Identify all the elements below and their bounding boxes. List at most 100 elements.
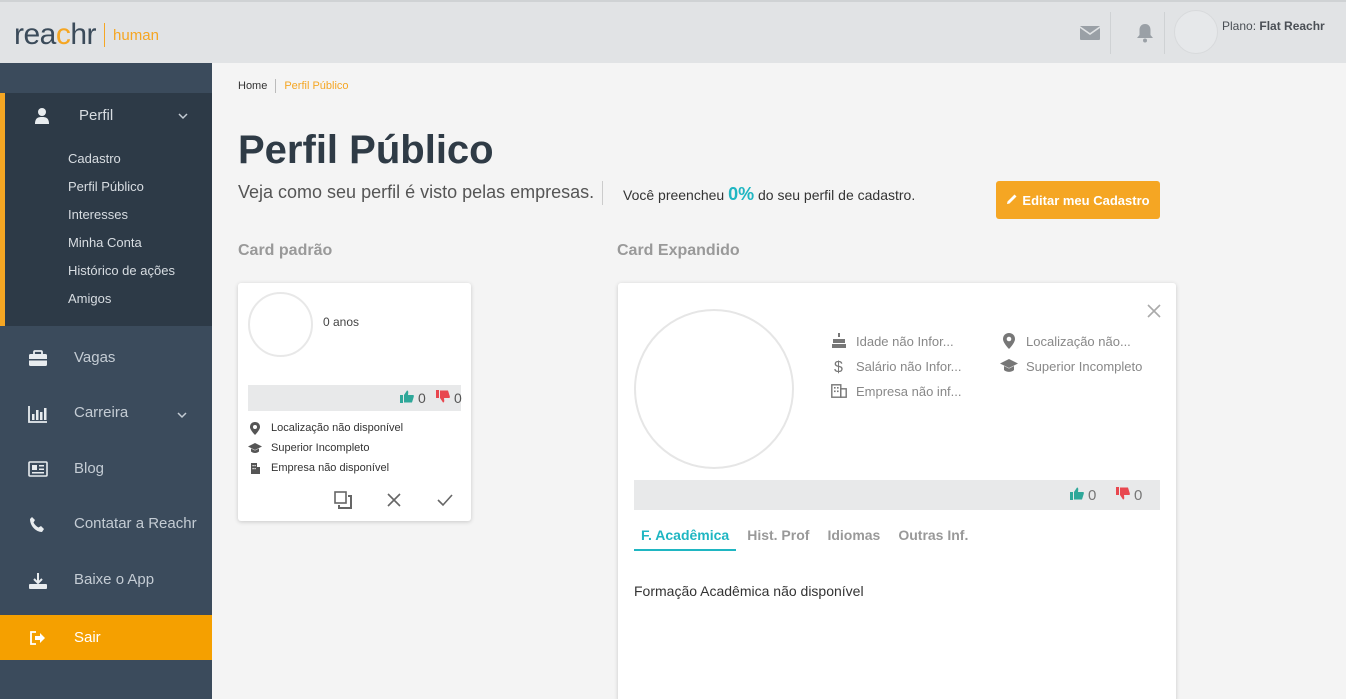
card-tabs: F. Acadêmica Hist. Prof Idiomas Outras I… [634, 527, 979, 551]
breadcrumb-home[interactable]: Home [238, 80, 267, 92]
bar-chart-icon [28, 405, 48, 423]
phone-icon [28, 516, 48, 534]
dislike-count[interactable]: 0 [1116, 487, 1142, 504]
sidebar-item-carreira[interactable]: Carreira [0, 386, 212, 442]
sidebar-item-perfil[interactable]: Perfil [5, 93, 212, 141]
profile-progress: Você preencheu 0% do seu perfil de cadas… [623, 184, 915, 205]
logo-text: reachr [14, 18, 97, 51]
thumbs-up-icon [1070, 487, 1084, 504]
edit-profile-label: Editar meu Cadastro [1022, 192, 1150, 208]
dollar-icon: $ [830, 358, 848, 374]
sidebar-subitem-cadastro[interactable]: Cadastro [68, 151, 121, 166]
birthday-cake-icon [830, 333, 848, 349]
user-avatar[interactable] [1174, 10, 1218, 54]
mail-icon[interactable] [1079, 22, 1101, 44]
reject-icon[interactable] [385, 491, 403, 509]
header-divider [602, 181, 603, 205]
logo[interactable]: reachr human [14, 18, 159, 52]
download-icon [28, 572, 48, 590]
page-subtitle: Veja como seu perfil é visto pelas empre… [238, 182, 595, 202]
card-education: Superior Incompleto [1000, 358, 1142, 374]
sidebar-item-label: Contatar a Reachr [74, 515, 197, 532]
newspaper-icon [28, 461, 48, 479]
card-salary: $ Salário não Infor... [830, 358, 962, 375]
tab-outras-informacoes[interactable]: Outras Inf. [891, 527, 975, 551]
svg-text:$: $ [834, 359, 843, 374]
sidebar-subitem-perfil-publico[interactable]: Perfil Público [68, 179, 144, 194]
card-education: Superior Incompleto [248, 441, 369, 455]
tab-content: Formação Acadêmica não disponível [634, 583, 864, 599]
bell-icon[interactable] [1134, 22, 1156, 44]
building-icon [830, 383, 848, 399]
card-location: Localização não disponível [248, 421, 403, 435]
dislike-count[interactable]: 0 [436, 390, 462, 406]
chevron-down-icon [177, 109, 189, 121]
sidebar: Perfil Cadastro Perfil Público Interesse… [0, 63, 212, 699]
sidebar-section-perfil: Perfil Cadastro Perfil Público Interesse… [0, 93, 212, 326]
profile-card-default[interactable]: 0 anos 0 0 Localização não disponível Su… [238, 283, 471, 521]
sidebar-subitem-minha-conta[interactable]: Minha Conta [68, 235, 142, 250]
edit-profile-button[interactable]: Editar meu Cadastro [996, 181, 1160, 219]
breadcrumb-current: Perfil Público [284, 80, 349, 92]
map-pin-icon [1000, 333, 1018, 349]
section-title-card-padrao: Card padrão [238, 242, 333, 259]
sidebar-item-contatar[interactable]: Contatar a Reachr [0, 497, 212, 553]
sidebar-item-label: Vagas [74, 349, 116, 366]
card-location: Localização não... [1000, 333, 1131, 349]
sidebar-item-label: Perfil [79, 107, 114, 124]
avatar [634, 309, 794, 469]
card-age: Idade não Infor... [830, 333, 954, 349]
map-pin-icon [248, 421, 262, 435]
expand-card-icon[interactable] [334, 491, 352, 509]
profile-card-expanded: Idade não Infor... Localização não... $ … [618, 283, 1176, 699]
tab-idiomas[interactable]: Idiomas [820, 527, 887, 551]
sidebar-subitem-interesses[interactable]: Interesses [68, 207, 128, 222]
topbar-divider [1164, 12, 1165, 54]
building-icon [248, 461, 262, 475]
briefcase-icon [28, 350, 48, 368]
top-bar: reachr human Plano: Flat Reachr [0, 0, 1346, 63]
sidebar-item-baixe-app[interactable]: Baixe o App [0, 553, 212, 609]
tab-historico-profissional[interactable]: Hist. Prof [740, 527, 816, 551]
card-age: 0 anos [323, 315, 360, 329]
thumbs-down-icon [1116, 487, 1130, 504]
sidebar-subitem-amigos[interactable]: Amigos [68, 291, 111, 306]
accept-icon[interactable] [436, 491, 454, 509]
section-title-card-expandido: Card Expandido [617, 242, 740, 259]
breadcrumb-divider [275, 79, 277, 93]
thumbs-down-icon [436, 390, 450, 406]
topbar-divider [1110, 12, 1111, 54]
logo-subtext: human [113, 26, 159, 44]
close-icon[interactable] [1146, 303, 1162, 319]
like-count[interactable]: 0 [1070, 487, 1096, 504]
sidebar-item-label: Baixe o App [74, 571, 155, 588]
graduation-cap-icon [248, 441, 262, 455]
sidebar-item-label: Carreira [74, 404, 129, 421]
sidebar-item-label: Blog [74, 460, 105, 477]
card-company: Empresa não disponível [248, 461, 389, 475]
logo-divider [104, 23, 106, 47]
sign-out-icon [28, 629, 48, 647]
sidebar-item-label: Sair [74, 629, 101, 646]
sidebar-item-sair[interactable]: Sair [0, 615, 212, 660]
sidebar-item-vagas[interactable]: Vagas [0, 331, 212, 387]
avatar [248, 292, 313, 357]
rating-bar: 0 0 [248, 385, 462, 411]
sidebar-subitem-historico[interactable]: Histórico de ações [68, 263, 175, 278]
chevron-down-icon [176, 408, 188, 420]
breadcrumb: Home Perfil Público [238, 79, 349, 93]
progress-suffix: do seu perfil de cadastro. [758, 187, 916, 203]
graduation-cap-icon [1000, 358, 1018, 374]
thumbs-up-icon [400, 390, 414, 406]
progress-prefix: Você preencheu [623, 187, 725, 203]
user-icon [34, 107, 50, 125]
page-title: Perfil Público [238, 128, 494, 172]
plan-info: Plano: Flat Reachr [1222, 19, 1325, 33]
like-count[interactable]: 0 [400, 390, 426, 406]
tab-formacao-academica[interactable]: F. Acadêmica [634, 527, 737, 551]
pencil-icon [1006, 193, 1018, 208]
card-company: Empresa não inf... [830, 383, 962, 399]
progress-value: 0% [728, 184, 755, 204]
sidebar-item-blog[interactable]: Blog [0, 442, 212, 498]
rating-bar: 0 0 [634, 480, 1160, 510]
